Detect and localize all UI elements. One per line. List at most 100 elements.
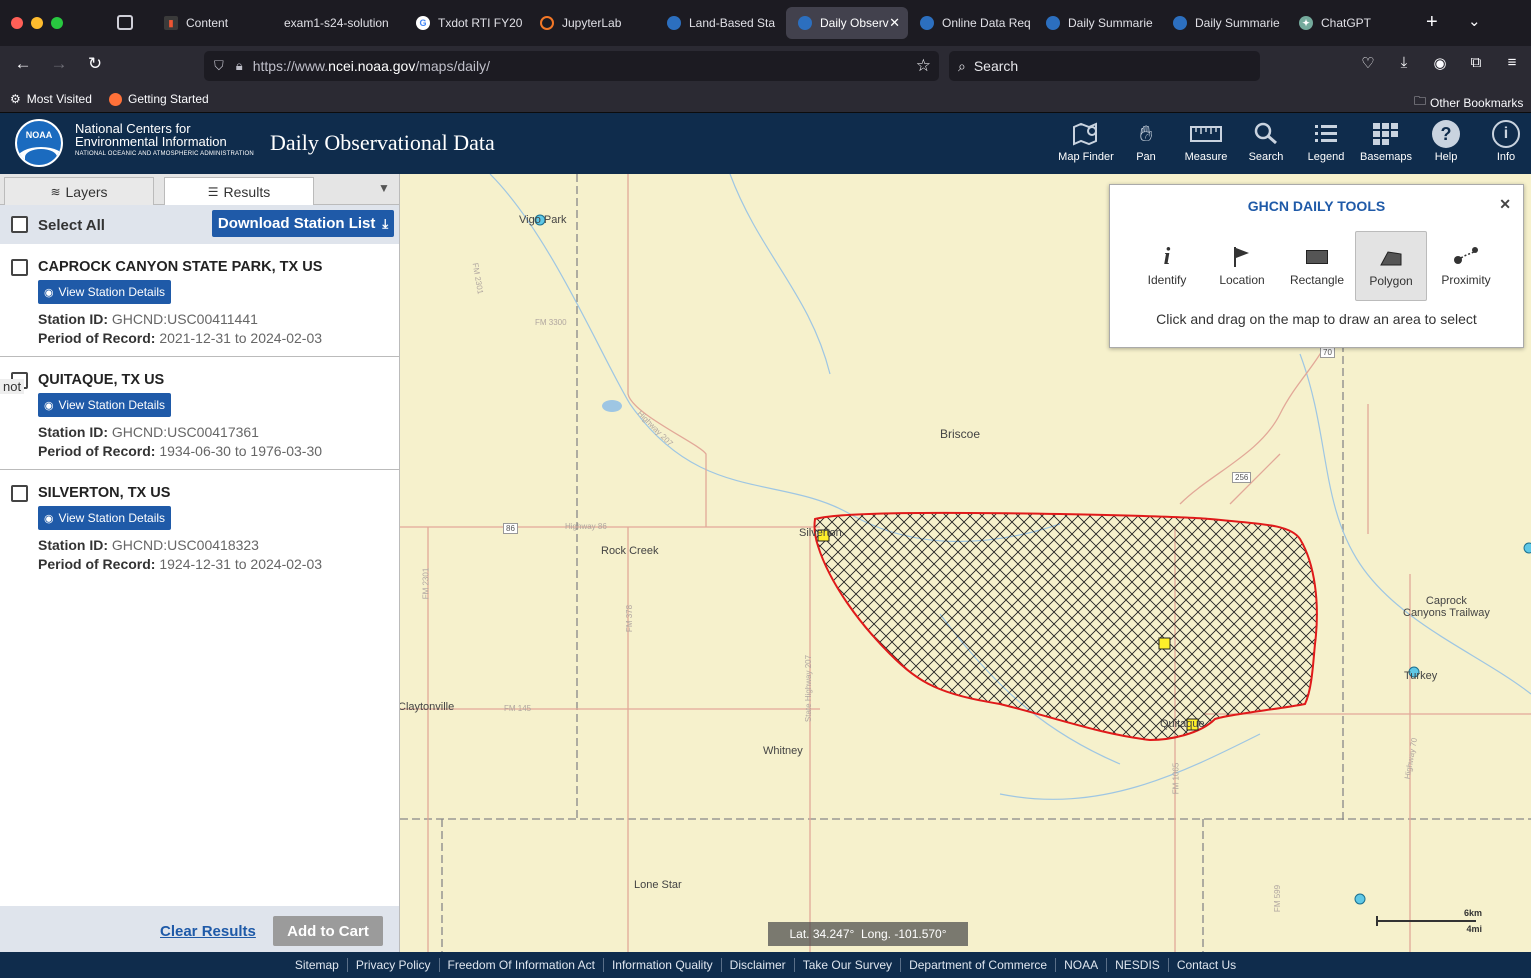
bookmark-getting-started[interactable]: Getting Started [109, 92, 209, 106]
tab-daily-summaries-2[interactable]: Daily Summarie [1161, 7, 1285, 39]
site-footer: Sitemap Privacy Policy Freedom Of Inform… [0, 952, 1531, 978]
road-shield: 86 [503, 523, 518, 534]
tab-layers[interactable]: ≋ Layers [4, 177, 154, 205]
ghcn-instructions: Click and drag on the map to draw an are… [1156, 311, 1477, 327]
forward-icon[interactable]: → [47, 54, 71, 74]
proximity-tool[interactable]: Proximity [1430, 231, 1502, 301]
url-bar[interactable]: ⛉ 🔒︎ https://www.ncei.noaa.gov/maps/dail… [204, 51, 939, 81]
view-station-details-button[interactable]: ◉ View Station Details [38, 393, 171, 417]
menu-icon[interactable]: ≡ [1500, 54, 1524, 71]
tab-overview-icon[interactable] [117, 15, 133, 30]
footer-link[interactable]: Sitemap [287, 958, 348, 972]
pan-button[interactable]: ✋︎ Pan [1116, 121, 1176, 163]
zoom-window-button[interactable] [51, 17, 63, 29]
footer-link[interactable]: NOAA [1056, 958, 1108, 972]
noaa-logo[interactable]: NOAA [15, 119, 63, 167]
view-station-details-button[interactable]: ◉ View Station Details [38, 506, 171, 530]
rectangle-tool[interactable]: Rectangle [1281, 231, 1353, 301]
station-checkbox[interactable] [11, 485, 28, 502]
shield-icon: ⛉ [214, 58, 224, 73]
extensions-icon[interactable]: ⧉ [1464, 54, 1488, 71]
tab-txdot[interactable]: G Txdot RTI FY20 [404, 7, 524, 39]
map-pin-icon [1056, 121, 1116, 147]
measure-button[interactable]: Measure [1176, 121, 1236, 163]
legend-button[interactable]: Legend [1296, 121, 1356, 163]
new-tab-icon[interactable]: + [1426, 11, 1438, 34]
map-finder-button[interactable]: Map Finder [1056, 121, 1116, 163]
view-station-details-button[interactable]: ◉ View Station Details [38, 280, 171, 304]
coordinates-readout: Lat. 34.247° Long. -101.570° [768, 922, 968, 946]
tab-content[interactable]: ▮ Content [152, 7, 272, 39]
tooltip-fragment: not [0, 379, 25, 394]
chatgpt-icon: ✦ [1299, 16, 1313, 30]
tab-list-icon[interactable]: ⌄ [1468, 12, 1481, 30]
search-button[interactable]: Search [1236, 121, 1296, 163]
close-window-button[interactable] [11, 17, 23, 29]
add-to-cart-button[interactable]: Add to Cart [273, 916, 383, 946]
place-label: Turkey [1404, 670, 1438, 682]
station-checkbox[interactable] [11, 259, 28, 276]
download-station-list-button[interactable]: Download Station List ⤓ [212, 210, 394, 237]
magnifier-icon [1236, 121, 1296, 147]
info-icon: i [1476, 120, 1531, 148]
location-tool[interactable]: Location [1206, 231, 1278, 301]
tab-land-based[interactable]: Land-Based Sta [655, 7, 779, 39]
tab-exam1[interactable]: exam1-s24-solution [272, 7, 396, 39]
folder-icon: 🗀︎ [1414, 94, 1427, 108]
rectangle-icon [1281, 241, 1353, 273]
bookmark-most-visited[interactable]: ⚙ Most Visited [10, 92, 92, 106]
layers-icon: ≋ [50, 184, 61, 199]
tab-daily-summaries-1[interactable]: Daily Summarie [1034, 7, 1158, 39]
select-all-checkbox[interactable] [11, 216, 28, 233]
noaa-icon [920, 16, 934, 30]
bookmark-star-icon[interactable]: ☆ [916, 56, 931, 76]
road-label: FM 3300 [535, 318, 567, 327]
tab-daily-observ[interactable]: Daily Observ ✕ [786, 7, 908, 39]
eye-icon: ◉ [43, 512, 54, 525]
download-icon[interactable]: ⤓ [1392, 54, 1416, 71]
eye-icon: ◉ [43, 286, 54, 299]
proximity-icon [1430, 241, 1502, 273]
tab-results[interactable]: ☰ Results [164, 177, 314, 206]
footer-link[interactable]: Take Our Survey [795, 958, 902, 972]
tab-online-data[interactable]: Online Data Req [908, 7, 1032, 39]
pocket-icon[interactable]: ♡ [1356, 54, 1380, 72]
url-text: https://www.ncei.noaa.gov/maps/daily/ [252, 58, 491, 74]
search-input[interactable]: ⌕ Search [949, 51, 1260, 81]
footer-link[interactable]: Information Quality [604, 958, 722, 972]
browser-tab-bar: ▮ Content exam1-s24-solution G Txdot RTI F… [0, 0, 1531, 46]
chart-icon: ▮ [164, 16, 178, 30]
info-button[interactable]: i Info [1476, 120, 1531, 163]
reload-icon[interactable]: ↻ [83, 54, 107, 74]
polygon-tool[interactable]: Polygon [1355, 231, 1427, 301]
basemaps-button[interactable]: Basemaps [1356, 121, 1416, 163]
footer-link[interactable]: Contact Us [1169, 958, 1244, 972]
minimize-window-button[interactable] [31, 17, 43, 29]
place-label: Silverton [799, 527, 842, 539]
tab-jupyterlab[interactable]: JupyterLab [528, 7, 652, 39]
footer-link[interactable]: Freedom Of Information Act [440, 958, 604, 972]
footer-link[interactable]: Privacy Policy [348, 958, 440, 972]
window-controls [11, 17, 63, 29]
identify-tool[interactable]: i Identify [1131, 231, 1203, 301]
eye-icon: ◉ [43, 399, 54, 412]
road-label: FM 2301 [421, 567, 431, 600]
ruler-icon [1176, 121, 1236, 147]
bookmark-other[interactable]: 🗀︎ Other Bookmarks [1414, 92, 1523, 113]
ghcn-tools-title: GHCN DAILY TOOLS [1247, 198, 1386, 214]
list-icon [1296, 121, 1356, 147]
help-button[interactable]: ? Help [1416, 120, 1476, 163]
collapse-panel-icon[interactable]: ▼ [378, 181, 390, 195]
clear-results-link[interactable]: Clear Results [160, 923, 256, 940]
account-icon[interactable]: ◉ [1428, 54, 1452, 72]
footer-link[interactable]: Department of Commerce [901, 958, 1057, 972]
footer-link[interactable]: NESDIS [1107, 958, 1169, 972]
select-all-row: Select All Download Station List ⤓ [0, 205, 399, 244]
close-tab-icon[interactable]: ✕ [889, 15, 900, 31]
noaa-icon [1046, 16, 1060, 30]
footer-link[interactable]: Disclaimer [722, 958, 795, 972]
jupyter-icon [540, 16, 554, 30]
back-icon[interactable]: ← [11, 54, 35, 74]
close-icon[interactable]: ✕ [1499, 196, 1511, 213]
tab-chatgpt[interactable]: ✦ ChatGPT [1287, 7, 1411, 39]
